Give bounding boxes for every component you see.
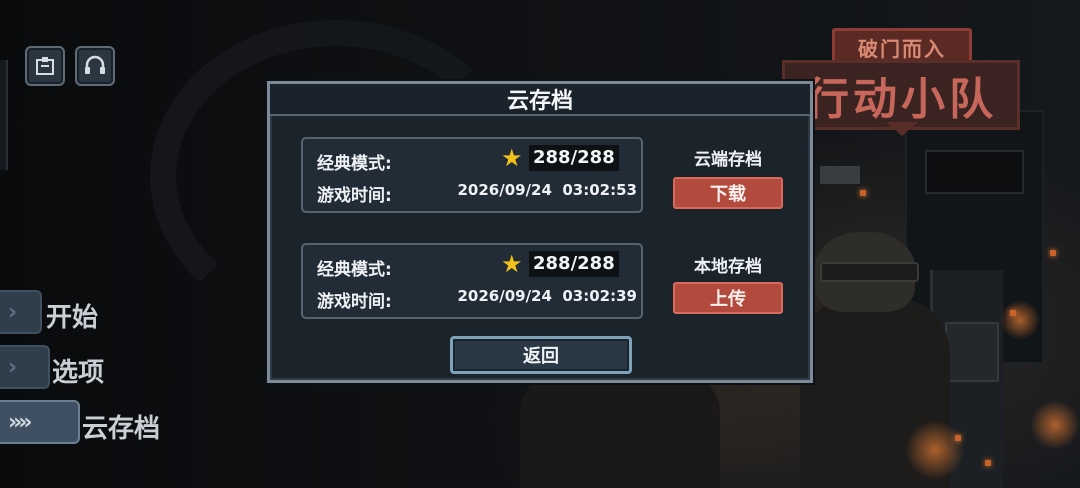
chevron-right-icon: › [8,299,17,325]
background-door-slot [925,150,1024,194]
clipboard-button[interactable] [25,46,65,86]
cloud-save-dialog: 云存档 经典模式: 游戏时间: ★ 288/288 2026/09/24 03:… [267,81,813,383]
star-icon: ★ [501,250,523,278]
mode-label: 经典模式: [317,154,392,174]
menu-start-label[interactable]: 开始 [46,297,98,334]
background-crate [945,322,999,382]
local-play-time: 2026/09/24 03:02:39 [457,287,637,305]
cloud-score: 288/288 [529,145,619,171]
cloud-play-time: 2026/09/24 03:02:53 [457,181,637,199]
clipboard-icon [36,57,54,75]
upload-button[interactable]: 上传 [673,282,783,314]
fire-glow [1030,400,1080,450]
back-button[interactable]: 返回 [450,336,632,374]
game-logo: 破门而入 行动小队 [782,18,1020,146]
menu-cloud-save-label[interactable]: 云存档 [82,408,160,445]
time-label: 游戏时间: [317,186,392,206]
left-panel-edge [0,60,8,170]
local-score: 288/288 [529,251,619,277]
background-gun [820,166,860,184]
cloud-save-title: 云端存档 [694,150,762,170]
local-save-card: 经典模式: 游戏时间: ★ 288/288 2026/09/24 03:02:3… [301,243,643,319]
ember [1050,250,1056,256]
time-label: 游戏时间: [317,292,392,312]
background-soldier-goggles [820,262,919,282]
support-button[interactable] [75,46,115,86]
double-chevron-right-icon: »» [8,409,33,435]
mode-label: 经典模式: [317,260,392,280]
ember [985,460,991,466]
chevron-right-icon: › [8,354,17,380]
logo-title: 行动小队 [782,60,1020,130]
ember [1010,310,1016,316]
menu-options-label[interactable]: 选项 [52,352,104,389]
download-button[interactable]: 下载 [673,177,783,209]
headset-icon [85,55,105,74]
local-save-title: 本地存档 [694,257,762,277]
menu-start-tab[interactable]: › [0,290,42,334]
ember [860,190,866,196]
menu-cloud-save-tab[interactable]: »» [0,400,80,444]
logo-tip [886,122,918,136]
menu-options-tab[interactable]: › [0,345,50,389]
fire-glow [905,420,965,480]
ember [955,435,961,441]
star-icon: ★ [501,144,523,172]
cloud-save-card: 经典模式: 游戏时间: ★ 288/288 2026/09/24 03:02:5… [301,137,643,213]
fire-glow [1000,300,1040,340]
dialog-title: 云存档 [270,84,810,116]
